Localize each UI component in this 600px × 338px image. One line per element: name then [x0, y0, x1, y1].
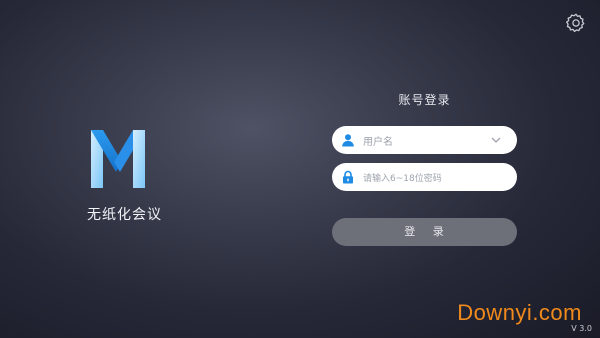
- version-label: V 3.0: [571, 324, 592, 333]
- watermark: Downyi.com: [457, 300, 582, 325]
- password-placeholder: 请输入6~18位密码: [363, 173, 442, 184]
- login-button[interactable]: 登 录: [332, 218, 517, 246]
- username-placeholder: 用户名: [363, 136, 393, 148]
- user-icon: [341, 133, 355, 147]
- chevron-down-icon[interactable]: [489, 133, 503, 147]
- m-logo-icon: [89, 128, 147, 190]
- gear-icon: [566, 13, 585, 33]
- password-field[interactable]: 请输入6~18位密码: [332, 163, 517, 191]
- lock-icon: [341, 170, 355, 184]
- app-name: 无纸化会议: [87, 207, 162, 223]
- username-field[interactable]: 用户名: [332, 126, 517, 154]
- login-title: 账号登录: [398, 93, 451, 107]
- settings-button[interactable]: [565, 12, 587, 34]
